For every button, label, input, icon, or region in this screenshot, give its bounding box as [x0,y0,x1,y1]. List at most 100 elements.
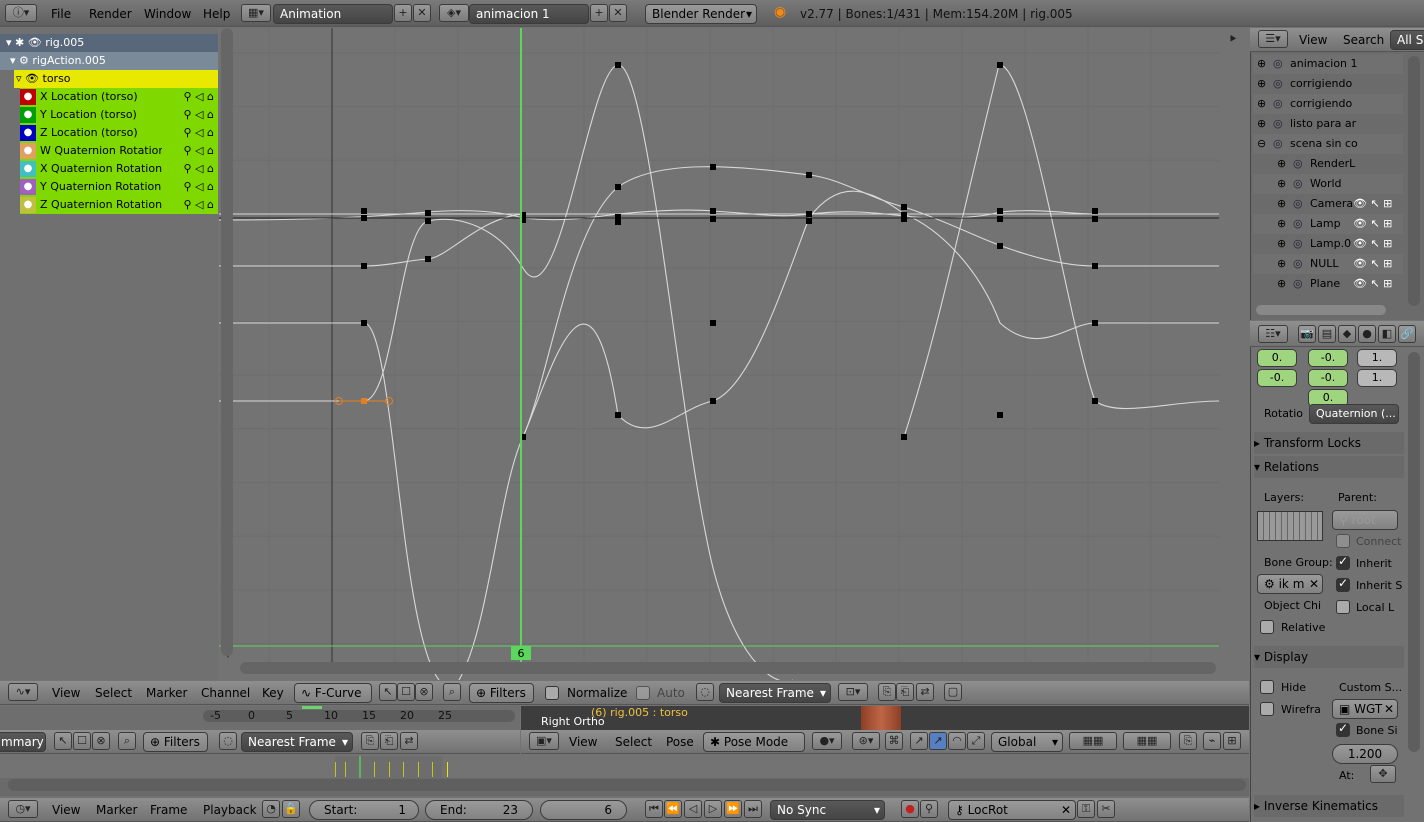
expand-icon[interactable]: ⊕ [1277,254,1286,274]
channel-fcurve[interactable]: ● X Location (torso) ⚲ ◁ ⌂ [20,88,218,106]
copy-keys-icon[interactable]: ⎘ [878,683,896,701]
select-icon[interactable]: ↖ [54,732,72,750]
expand-icon[interactable]: ⊕ [1257,74,1266,94]
pick-bone-icon[interactable]: ✥ [1370,765,1396,783]
remove-layout-icon[interactable]: ✕ [413,4,431,22]
start-frame-field[interactable]: Start: 1 [309,800,419,820]
outliner-filter-select[interactable]: All S [1390,30,1424,50]
graph-canvas[interactable]: 6-2024681012141618202224260.030.020.01-0… [219,28,1219,680]
viewport-menu-view[interactable]: View [569,732,597,752]
paste-keys-icon[interactable]: ⎗ [380,732,398,750]
auto-snap-icon[interactable]: ◌ [696,683,714,701]
channel-fcurve[interactable]: ● W Quaternion Rotation (torso) ⚲ ◁ ⌂ [20,142,218,160]
parent-field[interactable]: ⚲ root [1332,510,1398,530]
snap-select[interactable]: Nearest Frame ▾ [719,683,831,703]
eye-icon[interactable]: ● [20,161,36,177]
timeline-menu-frame[interactable]: Frame [150,800,187,820]
lock-icon[interactable]: ⎘ [1179,732,1197,750]
modifier-mute-lock-icons[interactable]: ⚲ ◁ ⌂ [162,124,218,142]
bone-size-checkbox[interactable] [1336,721,1350,737]
viewport-3d[interactable]: Right Ortho (6) rig.005 : torso [521,706,1249,730]
modifier-mute-lock-icons[interactable]: ⚲ ◁ ⌂ [162,160,218,178]
channel-fcurve[interactable]: ● Z Location (torso) ⚲ ◁ ⌂ [20,124,218,142]
outliner-scrollbar[interactable] [1256,305,1386,315]
eye-icon[interactable]: 👁 [28,36,42,49]
filters-button[interactable]: ⊕ Filters [469,683,534,703]
graph-menu-view[interactable]: View [52,683,80,703]
eye-icon[interactable]: ● [20,107,36,123]
ghost-icon[interactable]: ☐ [397,683,415,701]
ghost-curves-icon[interactable]: ▢ [944,683,962,701]
transform-value-field[interactable]: 1. [1357,349,1397,367]
channel-fcurve[interactable]: ● X Quaternion Rotation (torso) ⚲ ◁ ⌂ [20,160,218,178]
normalize-checkbox[interactable] [545,686,559,700]
collapse-icon[interactable]: ▾ [10,54,16,67]
outliner-item[interactable]: ⊕ ◎ NULL 👁 ↖ ⊞ [1253,254,1403,274]
graph-vertical-scrollbar[interactable] [221,28,233,656]
relative-checkbox[interactable] [1260,620,1274,634]
visibility-select-render-icons[interactable]: 👁 ↖ ⊞ [1353,214,1392,234]
search-icon[interactable]: ⌕ [443,683,461,701]
shading-icon[interactable]: ●▾ [812,732,842,750]
outliner-item[interactable]: ⊕ ◎ Camera 👁 ↖ ⊞ [1253,194,1403,214]
lock-range-icon[interactable]: 🔒 [282,800,300,818]
rotate-icon[interactable]: ◠ [948,732,966,750]
layers-grid-icon[interactable]: ▦▦ [1069,732,1117,750]
modifier-mute-lock-icons[interactable]: ⚲ ◁ ⌂ [162,142,218,160]
preview-range-icon[interactable]: ◔ [262,800,280,818]
visibility-select-render-icons[interactable]: 👁 ↖ ⊞ [1353,234,1392,254]
collapse-icon[interactable]: ▿ [16,72,22,85]
dopesheet-mode-select[interactable]: mmary [0,732,46,752]
layers-grid-2-icon[interactable]: ▦▦ [1123,732,1171,750]
outliner-item[interactable]: ⊕ ◎ corrigiendo [1253,94,1403,114]
bone-group-field[interactable]: ⚙ ik m ✕ [1257,574,1323,594]
inverse-kinematics-panel[interactable]: ▸ Inverse Kinematics [1254,795,1404,817]
scene-tab-icon[interactable]: ◆ [1338,325,1356,343]
visibility-select-render-icons[interactable]: 👁 ↖ ⊞ [1353,254,1392,274]
outliner-vscroll[interactable] [1408,56,1420,306]
display-panel[interactable]: ▾ Display [1254,646,1404,668]
transform-value-field[interactable]: -0. [1257,369,1297,387]
expand-icon[interactable]: ⊕ [1277,214,1286,234]
outliner-item[interactable]: ⊕ ◎ Lamp.0 👁 ↖ ⊞ [1253,234,1403,254]
outliner-item[interactable]: ⊕ ◎ Lamp 👁 ↖ ⊞ [1253,214,1403,234]
channel-action[interactable]: ▾ ⚙ rigAction.005 [0,52,218,70]
viewport-menu-pose[interactable]: Pose [666,732,694,752]
dopesheet-filters-button[interactable]: ⊕ Filters [143,732,208,752]
error-icon[interactable]: ⊗ [92,732,110,750]
jump-end-icon[interactable]: ⏭ [744,800,762,818]
add-layout-icon[interactable]: + [394,4,412,22]
ghost-icon[interactable]: ☐ [73,732,91,750]
local-location-checkbox[interactable] [1336,600,1350,614]
eye-icon[interactable]: ● [20,125,36,141]
render-engine-select[interactable]: Blender Render ▾ [645,4,757,24]
inherit-scale-checkbox[interactable] [1336,576,1350,592]
render-icon[interactable]: ⊞ [1223,732,1241,750]
play-reverse-icon[interactable]: ◁ [684,800,702,818]
channel-fcurve[interactable]: ● Z Quaternion Rotation (torso) ⚲ ◁ ⌂ [20,196,218,214]
error-icon[interactable]: ⊗ [415,683,433,701]
timeline-menu-marker[interactable]: Marker [96,800,137,820]
outliner-item[interactable]: ⊕ ◎ corrigiendo [1253,74,1403,94]
expand-icon[interactable]: ⊕ [1277,154,1286,174]
menu-window[interactable]: Window [144,4,191,24]
properties-editor-icon[interactable]: ☷▾ [1258,325,1288,343]
paste-keys-icon[interactable]: ⎗ [896,683,914,701]
search-icon[interactable]: ⌕ [118,732,136,750]
modifier-mute-lock-icons[interactable]: ⚲ ◁ ⌂ [162,106,218,124]
pivot-icon[interactable]: ⊛▾ [852,732,880,750]
timeline-menu-view[interactable]: View [52,800,80,820]
expand-icon[interactable]: ⊖ [1257,134,1266,154]
channel-fcurve[interactable]: ● Y Location (torso) ⚲ ◁ ⌂ [20,106,218,124]
custom-shape-field[interactable]: ▣ WGT ✕ [1332,699,1398,719]
delete-key-icon[interactable]: ✂ [1097,800,1115,818]
viewport-menu-select[interactable]: Select [615,732,652,752]
outliner-editor-icon[interactable]: ☰▾ [1258,30,1288,48]
eye-icon[interactable]: ● [20,143,36,159]
graph-svg[interactable]: 6-2024681012141618202224260.030.020.01-0… [219,28,1219,680]
transform-value-field[interactable]: 0. [1257,349,1297,367]
graph-horizontal-scrollbar[interactable] [240,662,1216,674]
snap-icon[interactable]: ⌁ [1203,732,1221,750]
visibility-select-render-icons[interactable]: 👁 ↖ ⊞ [1353,274,1392,294]
info-editor-icon[interactable]: ⓘ▾ [5,4,37,22]
